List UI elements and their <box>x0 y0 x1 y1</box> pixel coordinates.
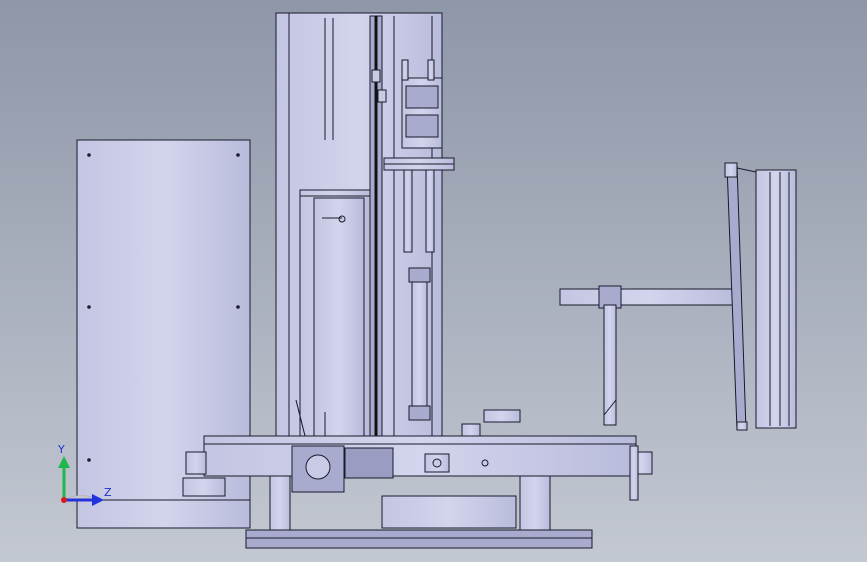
machine-model[interactable] <box>76 12 797 549</box>
triad-y-label: Y <box>57 443 65 456</box>
horizontal-arm[interactable] <box>559 285 739 426</box>
rotary-base-table[interactable] <box>185 435 653 549</box>
inner-slider-frame[interactable] <box>295 189 371 441</box>
sensor-bracket[interactable] <box>461 409 521 437</box>
triad-y-arrow <box>58 456 70 468</box>
triad-origin <box>61 497 67 503</box>
cad-viewport[interactable]: Y Z <box>0 0 867 562</box>
triad-z-label: Z <box>104 486 112 499</box>
comb-gripper[interactable] <box>724 162 797 431</box>
